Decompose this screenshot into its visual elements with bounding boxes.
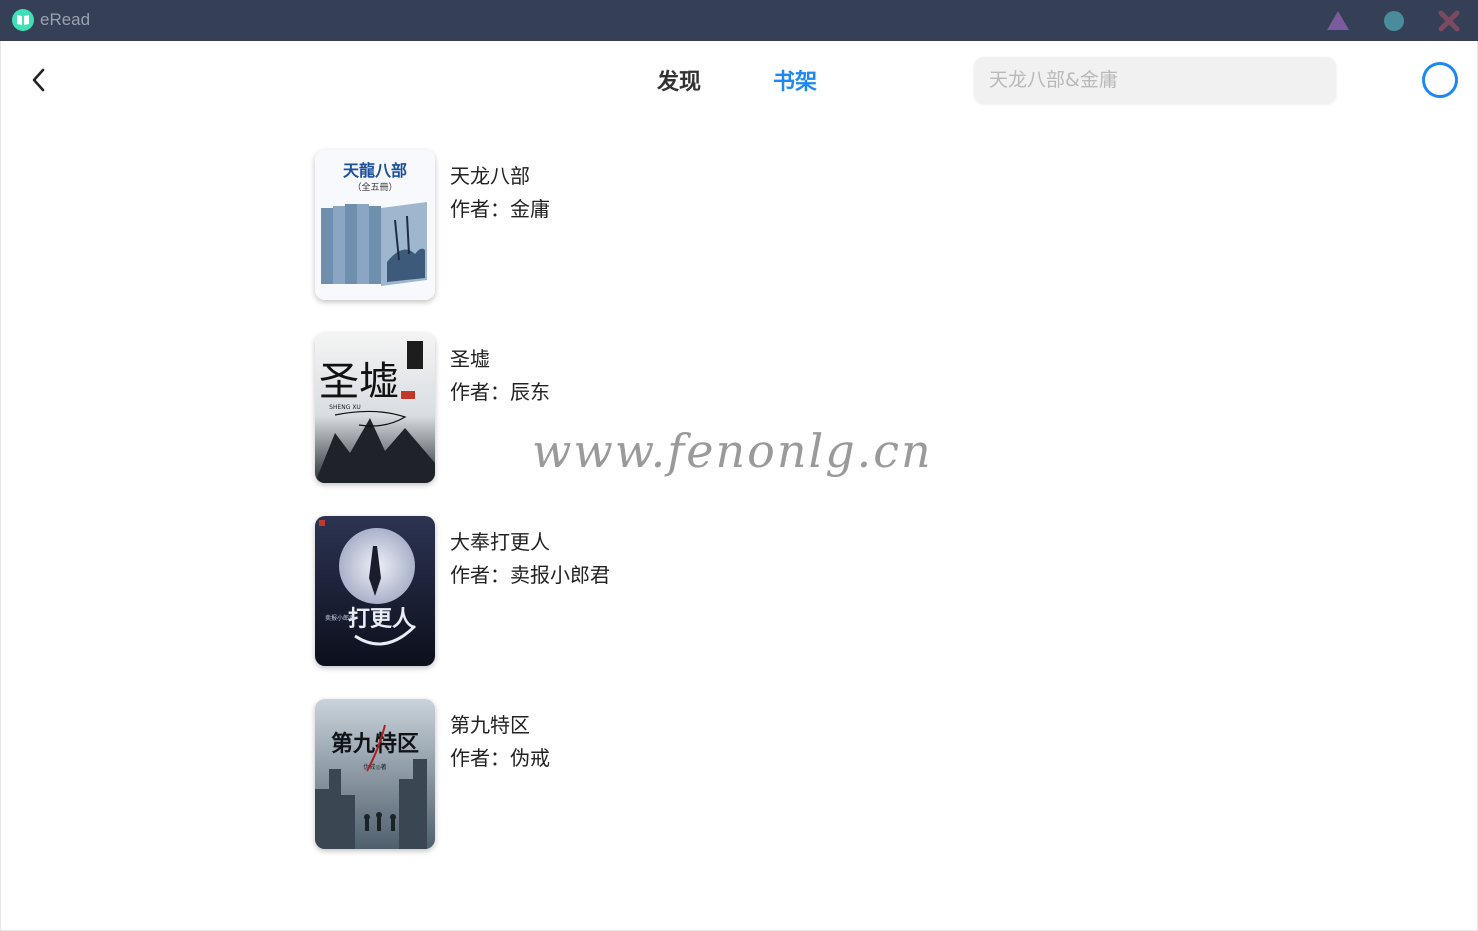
book-author: 作者：辰东 <box>450 380 550 404</box>
back-button[interactable] <box>26 66 52 94</box>
app-name: eRead <box>40 10 91 29</box>
book-cover: 天龍八部 （全五冊） <box>315 150 435 300</box>
book-item[interactable]: 第九特区 伪戒◎著 第九特区 作者：伪戒 <box>315 699 815 849</box>
book-title: 第九特区 <box>450 713 530 737</box>
loading-spinner-icon[interactable] <box>1422 62 1458 98</box>
maximize-button[interactable] <box>1382 9 1406 33</box>
book-item[interactable]: 圣墟 SHENG XU 圣墟 作者：辰东 <box>315 333 815 483</box>
book-item[interactable]: 天龍八部 （全五冊） 天龙八部 作者：金庸 <box>315 150 815 300</box>
close-button[interactable] <box>1437 9 1461 33</box>
book-author: 作者：伪戒 <box>450 746 550 770</box>
minimize-button[interactable] <box>1326 9 1350 33</box>
book-title: 圣墟 <box>450 347 490 371</box>
svg-text:打更人: 打更人 <box>348 606 414 632</box>
book-title: 天龙八部 <box>450 164 530 188</box>
search-input[interactable] <box>974 57 1336 103</box>
tab-discover[interactable]: 发现 <box>657 64 701 96</box>
book-cover: 打更人 卖报小郎君 <box>315 516 435 666</box>
svg-text:卖报小郎君: 卖报小郎君 <box>325 614 355 622</box>
svg-text:天龍八部: 天龍八部 <box>343 161 407 180</box>
app-logo-icon <box>12 9 34 31</box>
svg-text:圣墟: 圣墟 <box>319 359 399 405</box>
book-title: 大奉打更人 <box>450 530 550 554</box>
svg-text:（全五冊）: （全五冊） <box>352 181 397 193</box>
chevron-left-icon <box>32 68 45 92</box>
tab-bookshelf[interactable]: 书架 <box>773 64 817 96</box>
window-titlebar: eRead <box>0 0 1478 41</box>
book-author: 作者：卖报小郎君 <box>450 563 610 587</box>
book-cover: 第九特区 伪戒◎著 <box>315 699 435 849</box>
book-author: 作者：金庸 <box>450 197 550 221</box>
book-cover: 圣墟 SHENG XU <box>315 333 435 483</box>
book-item[interactable]: 打更人 卖报小郎君 大奉打更人 作者：卖报小郎君 <box>315 516 815 666</box>
svg-text:SHENG XU: SHENG XU <box>329 404 361 411</box>
